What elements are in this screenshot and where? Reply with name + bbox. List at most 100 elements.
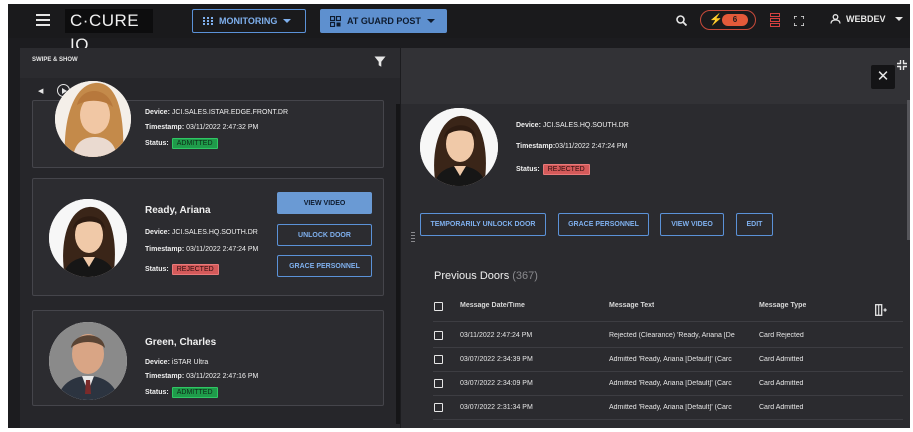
detail-header [401,48,910,104]
row-date: 03/07/2022 2:34:09 PM [460,380,533,387]
monitoring-dropdown[interactable]: MONITORING [192,9,306,33]
row-text: Rejected (Clearance) 'Ready, Ariana [De [609,332,735,339]
row-text: Admitted 'Ready, Ariana [Default]' (Carc [609,356,732,363]
status-badge: REJECTED [171,264,219,275]
filter-icon[interactable] [374,56,386,68]
row-date: 03/07/2022 2:31:34 PM [460,404,533,411]
view-video-button[interactable]: VIEW VIDEO [660,213,724,236]
column-header-date[interactable]: Message Date/Time [460,302,525,309]
guard-post-dropdown[interactable]: AT GUARD POST [320,9,447,33]
user-menu[interactable]: WEBDEV [830,14,903,24]
fullscreen-icon[interactable] [794,16,804,26]
timestamp-line: Timestamp: 03/11/2022 2:47:24 PM [145,246,259,253]
column-header-text[interactable]: Message Text [609,302,654,309]
device-line: Device: JCI.SALES.HQ.SOUTH.DR [145,229,258,236]
grace-personnel-button[interactable]: GRACE PERSONNEL [277,255,372,277]
device-value: JCI.SALES.ISTAR.EDGE.FRONT.DR [171,109,289,116]
device-line: Device: iSTAR Ultra [145,359,209,366]
monitoring-label: MONITORING [219,16,278,26]
left-scrollbar[interactable] [396,104,400,424]
avatar [49,199,127,277]
previous-icon[interactable]: ◀ [38,87,43,95]
row-date: 03/07/2022 2:34:39 PM [460,356,533,363]
row-divider [433,395,903,396]
temporarily-unlock-door-button[interactable]: TEMPORARILY UNLOCK DOOR [420,213,546,236]
search-icon[interactable] [676,15,687,26]
header-divider [433,321,903,322]
previous-doors-count: (367) [512,270,538,282]
status-badge: ADMITTED [171,387,218,398]
menu-icon[interactable] [36,14,50,26]
device-line: Device: JCI.SALES.ISTAR.EDGE.FRONT.DR [145,109,289,116]
collapse-icon[interactable] [897,60,907,70]
grid-icon [203,16,213,26]
row-checkbox[interactable] [434,355,443,364]
unlock-door-button[interactable]: UNLOCK DOOR [277,224,372,246]
column-header-type[interactable]: Message Type [759,302,806,309]
app-window: C·CURE IQ MONITORING AT GUARD POST ⚡ 6 W… [8,4,910,428]
row-divider [433,419,903,420]
lightning-icon: ⚡ [709,14,723,26]
row-type: Card Admitted [759,404,804,411]
timestamp-value: 03/11/2022 2:47:16 PM [186,373,259,380]
export-columns-icon[interactable] [875,304,887,316]
chevron-down-icon [426,19,435,23]
avatar [55,81,131,157]
chevron-down-icon [283,19,292,23]
detail-timestamp-value: 03/11/2022 2:47:24 PM [555,143,628,150]
row-text: Admitted 'Ready, Ariana [Default]' (Carc [609,380,732,387]
server-icon[interactable] [770,13,780,29]
dashboard-icon [330,15,341,27]
detail-device-line: Device: JCI.SALES.HQ.SOUTH.DR [516,122,629,129]
row-checkbox[interactable] [434,403,443,412]
edit-button[interactable]: EDIT [736,213,773,236]
event-card[interactable]: Green, Charles Device: iSTAR Ultra Times… [32,310,384,406]
chevron-down-icon [894,17,903,21]
row-type: Card Admitted [759,356,804,363]
row-text: Admitted 'Ready, Ariana [Default]' (Carc [609,404,732,411]
row-date: 03/11/2022 2:47:24 PM [460,332,533,339]
detail-scrollbar[interactable] [907,100,910,240]
detail-timestamp-line: Timestamp:03/11/2022 2:47:24 PM [516,143,628,150]
timestamp-value: 03/11/2022 2:47:24 PM [186,246,259,253]
row-type: Card Rejected [759,332,804,339]
user-name: WEBDEV [846,14,886,24]
guard-post-label: AT GUARD POST [347,16,421,26]
view-video-button[interactable]: VIEW VIDEO [277,192,372,214]
row-divider [433,371,903,372]
row-checkbox[interactable] [434,379,443,388]
panel-title: SWIPE & SHOW [32,57,78,63]
person-name: Ready, Ariana [145,205,211,216]
status-badge: REJECTED [542,164,590,175]
event-card[interactable]: Device: JCI.SALES.ISTAR.EDGE.FRONT.DR Ti… [32,81,384,168]
row-divider [433,347,903,348]
swipe-show-header: SWIPE & SHOW [20,48,400,78]
row-type: Card Admitted [759,380,804,387]
top-bar: C·CURE IQ MONITORING AT GUARD POST ⚡ 6 W… [8,4,910,54]
timestamp-line: Timestamp: 03/11/2022 2:47:32 PM [145,124,259,131]
previous-doors-label: Previous Doors [434,270,510,282]
app-logo: C·CURE IQ [65,9,153,54]
status-line: Status: REJECTED [145,264,219,275]
status-badge: ADMITTED [171,138,218,149]
timestamp-line: Timestamp: 03/11/2022 2:47:16 PM [145,373,259,380]
detail-status-line: Status: REJECTED [516,164,590,175]
resize-handle[interactable] [411,232,415,246]
detail-avatar [420,108,498,186]
avatar [49,322,127,400]
status-line: Status: ADMITTED [145,387,218,398]
row-checkbox[interactable] [434,331,443,340]
alarm-indicator[interactable]: ⚡ 6 [700,10,756,30]
grace-personnel-button[interactable]: GRACE PERSONNEL [558,213,649,236]
status-line: Status: ADMITTED [145,138,218,149]
alarm-count: 6 [722,14,748,26]
timestamp-value: 03/11/2022 2:47:32 PM [186,124,259,131]
close-button[interactable]: ✕ [871,65,895,89]
select-all-checkbox[interactable] [434,302,443,311]
device-value: iSTAR Ultra [171,359,209,366]
person-name: Green, Charles [145,337,217,348]
user-icon [830,14,841,24]
event-card[interactable]: Ready, Ariana Device: JCI.SALES.HQ.SOUTH… [32,178,384,296]
device-value: JCI.SALES.HQ.SOUTH.DR [171,229,258,236]
previous-doors-title: Previous Doors (367) [434,270,538,282]
